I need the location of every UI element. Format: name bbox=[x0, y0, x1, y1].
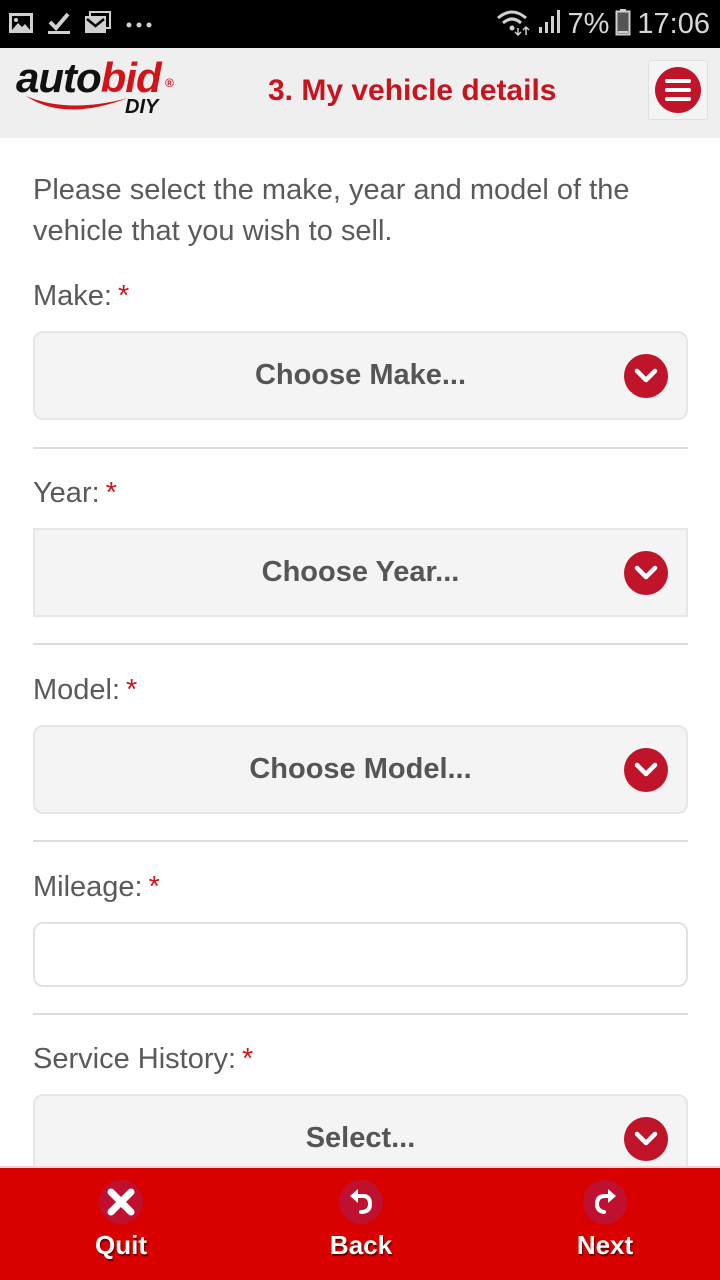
task-done-icon bbox=[46, 10, 72, 41]
year-select-value: Choose Year... bbox=[261, 556, 460, 588]
email-icon bbox=[84, 10, 112, 41]
autobid-diy-logo[interactable]: autobid ® DIY bbox=[16, 54, 186, 130]
bottom-nav-bar: Quit Back Next bbox=[0, 1166, 720, 1280]
mileage-label: Mileage: * bbox=[33, 871, 160, 903]
make-select-value: Choose Make... bbox=[254, 359, 467, 391]
logo-swoosh-icon bbox=[26, 96, 128, 110]
battery-percent: 7% bbox=[567, 7, 610, 40]
hamburger-menu-icon bbox=[655, 67, 701, 113]
year-select[interactable]: Choose Year... bbox=[33, 528, 688, 617]
logo-diy-text: DIY bbox=[125, 96, 159, 118]
chevron-down-icon bbox=[624, 1117, 668, 1161]
system-status: 7% 17:06 bbox=[496, 4, 710, 44]
gallery-icon bbox=[8, 11, 34, 40]
status-bar: 7% 17:06 bbox=[0, 0, 720, 48]
required-asterisk: * bbox=[126, 674, 138, 706]
chevron-down-icon bbox=[624, 551, 668, 595]
vehicle-details-form: Please select the make, year and model o… bbox=[0, 138, 720, 1166]
service-history-label: Service History: * bbox=[33, 1043, 254, 1075]
quit-label: Quit bbox=[95, 1230, 147, 1260]
redo-arrow-icon bbox=[583, 1180, 627, 1224]
divider bbox=[33, 643, 688, 645]
undo-arrow-icon bbox=[339, 1180, 383, 1224]
year-label: Year: * bbox=[33, 477, 117, 509]
divider bbox=[33, 840, 688, 842]
signal-icon bbox=[538, 9, 562, 40]
form-instructions: Please select the make, year and model o… bbox=[33, 174, 630, 247]
quit-button[interactable]: Quit bbox=[61, 1180, 181, 1270]
service-history-select-value: Select... bbox=[305, 1122, 416, 1154]
next-label: Next bbox=[576, 1230, 634, 1260]
close-icon bbox=[99, 1180, 143, 1224]
more-dots-icon bbox=[124, 17, 154, 35]
required-asterisk: * bbox=[105, 477, 117, 509]
model-select-value: Choose Model... bbox=[249, 753, 472, 785]
page-title: 3. My vehicle details bbox=[268, 74, 557, 107]
back-button[interactable]: Back bbox=[301, 1180, 421, 1270]
required-asterisk: * bbox=[117, 280, 130, 312]
divider bbox=[33, 1013, 688, 1015]
notification-icons bbox=[8, 10, 154, 41]
battery-icon bbox=[615, 8, 631, 41]
registered-mark: ® bbox=[165, 76, 174, 90]
menu-button[interactable] bbox=[648, 60, 708, 120]
chevron-down-icon bbox=[624, 354, 668, 398]
clock: 17:06 bbox=[637, 7, 710, 40]
mileage-input[interactable] bbox=[33, 922, 688, 987]
model-select[interactable]: Choose Model... bbox=[33, 725, 688, 814]
required-asterisk: * bbox=[242, 1043, 254, 1075]
make-label: Make: * bbox=[33, 280, 130, 312]
back-label: Back bbox=[329, 1230, 393, 1260]
make-select[interactable]: Choose Make... bbox=[33, 331, 688, 420]
next-button[interactable]: Next bbox=[545, 1180, 665, 1270]
app-header: autobid ® DIY 3. My vehicle details bbox=[0, 48, 720, 138]
service-history-select[interactable]: Select... bbox=[33, 1094, 688, 1166]
chevron-down-icon bbox=[624, 748, 668, 792]
required-asterisk: * bbox=[148, 871, 160, 903]
divider bbox=[33, 447, 688, 449]
model-label: Model: * bbox=[33, 674, 138, 706]
wifi-icon bbox=[496, 8, 532, 41]
